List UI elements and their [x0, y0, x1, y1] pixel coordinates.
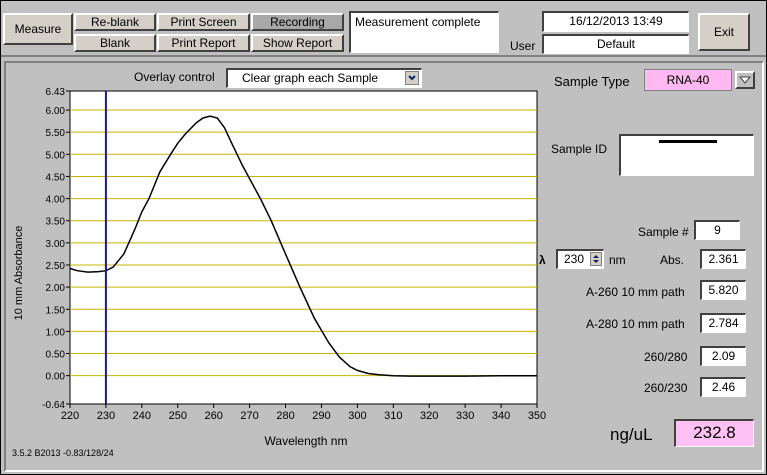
ratio-260-280-label: 260/280	[644, 350, 688, 364]
sample-id-label: Sample ID	[551, 142, 608, 156]
x-tick-label: 310	[384, 410, 402, 422]
y-tick-label: 5.50	[46, 128, 66, 139]
y-tick-label: 5.00	[46, 150, 66, 161]
y-tick-label: 1.50	[46, 305, 66, 316]
x-tick-label: 330	[456, 410, 474, 422]
a280-label: A-280 10 mm path	[586, 317, 685, 331]
lambda-unit: nm	[609, 253, 626, 267]
ratio-260-230-label: 260/230	[644, 381, 688, 395]
chevron-down-icon[interactable]	[735, 71, 755, 89]
x-tick-label: 280	[276, 410, 294, 422]
overlay-control-value: Clear graph each Sample	[242, 71, 379, 85]
concentration-label: ng/uL	[610, 425, 653, 444]
a260-field: 5.820	[700, 280, 746, 300]
y-tick-label: 4.00	[46, 195, 66, 206]
sample-id-redacted	[659, 140, 717, 143]
x-tick-label: 270	[240, 410, 258, 422]
ratio-260-230-field: 2.46	[700, 377, 746, 397]
app-window: Measure Re-blank Blank Print Screen Prin…	[0, 0, 767, 475]
sample-number-field[interactable]: 9	[694, 220, 740, 240]
blank-button[interactable]: Blank	[74, 34, 156, 52]
reblank-button[interactable]: Re-blank	[74, 13, 156, 31]
user-field[interactable]: Default	[542, 34, 689, 54]
abs-label: Abs.	[660, 253, 685, 267]
ratio-260-280-field: 2.09	[700, 346, 746, 366]
x-tick-label: 220	[61, 410, 79, 422]
sample-id-field[interactable]	[619, 134, 754, 176]
y-tick-label: 4.50	[46, 172, 66, 183]
lambda-value: 230	[564, 252, 585, 266]
y-tick-label: 1.00	[46, 327, 66, 338]
x-tick-label: 340	[492, 410, 510, 422]
y-tick-label: 3.50	[46, 217, 66, 228]
a260-label: A-260 10 mm path	[586, 285, 685, 299]
concentration-field: 232.8	[674, 419, 754, 447]
y-tick-label: 2.00	[46, 283, 66, 294]
abs-field: 2.361	[700, 249, 746, 269]
spinner-icon[interactable]	[590, 252, 602, 266]
show-report-button[interactable]: Show Report	[251, 34, 344, 52]
lambda-symbol: λ	[539, 253, 546, 267]
y-tick-label: 6.43	[46, 87, 66, 98]
lambda-field[interactable]: 230	[556, 249, 604, 269]
toolbar: Measure Re-blank Blank Print Screen Prin…	[1, 1, 766, 57]
main-panel: Overlay control Clear graph each Sample …	[4, 61, 764, 472]
y-axis-label: 10 mm Absorbance	[13, 226, 25, 321]
print-screen-button[interactable]: Print Screen	[157, 13, 250, 31]
exit-button[interactable]: Exit	[698, 13, 750, 51]
y-tick-label: 2.50	[46, 261, 66, 272]
datetime-display: 16/12/2013 13:49	[542, 11, 689, 32]
user-label: User	[510, 39, 536, 53]
overlay-control-label: Overlay control	[134, 70, 215, 84]
x-tick-label: 260	[205, 410, 223, 422]
x-tick-label: 290	[312, 410, 330, 422]
status-display: Measurement complete	[349, 11, 499, 53]
absorbance-chart: 6.43 6.00 5.50 5.00 4.50 4.00 3.50 3.00 2.50 2.00…	[13, 87, 546, 448]
y-tick-label: 0.50	[46, 350, 66, 361]
recording-button[interactable]: Recording	[251, 13, 344, 31]
plot-area	[69, 90, 538, 405]
y-tick-label: 6.00	[46, 106, 66, 117]
x-tick-label: 300	[348, 410, 366, 422]
overlay-control-select[interactable]: Clear graph each Sample	[226, 68, 422, 88]
x-tick-label: 230	[97, 410, 115, 422]
x-tick-label: 250	[169, 410, 187, 422]
x-tick-label: 320	[420, 410, 438, 422]
y-tick-label: 3.00	[46, 239, 66, 250]
print-report-button[interactable]: Print Report	[157, 34, 250, 52]
x-axis-label: Wavelength nm	[265, 434, 348, 448]
sample-number-label: Sample #	[638, 225, 689, 239]
measure-button[interactable]: Measure	[3, 13, 73, 45]
y-tick-label: 0.00	[46, 372, 66, 383]
sample-type-label: Sample Type	[554, 74, 630, 89]
sample-type-value: RNA-40	[644, 69, 732, 91]
chevron-down-icon[interactable]	[405, 71, 419, 85]
grid-layer	[69, 90, 538, 405]
x-tick-label: 350	[528, 410, 546, 422]
a280-field: 2.784	[700, 313, 746, 333]
x-tick-label: 240	[133, 410, 151, 422]
sample-type-field[interactable]: RNA-40	[644, 69, 756, 91]
version-text: 3.5.2 B2013 -0.83/128/24	[12, 448, 114, 458]
